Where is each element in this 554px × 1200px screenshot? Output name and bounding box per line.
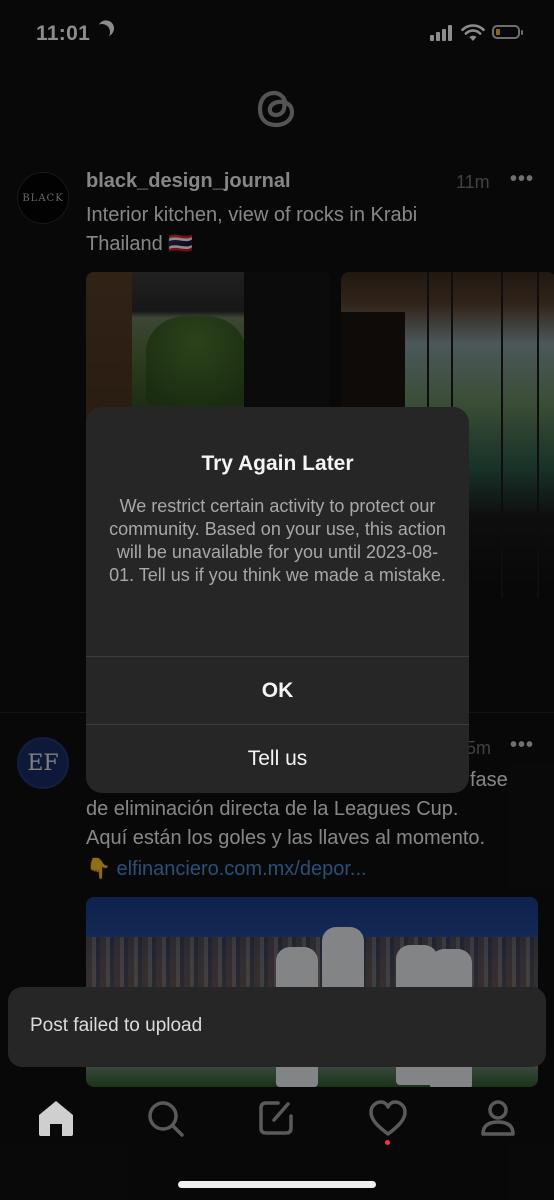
heart-icon[interactable] [366,1096,410,1140]
ok-button[interactable]: OK [86,657,469,724]
upload-failed-toast[interactable]: Post failed to upload [8,987,546,1067]
threads-screen: 11:01 BLACK black_design_journal 11m •••… [0,0,554,1200]
dialog-title: Try Again Later [201,452,354,475]
activity-notification-dot [385,1140,390,1145]
search-icon[interactable] [143,1096,187,1140]
home-icon[interactable] [34,1096,78,1140]
compose-icon[interactable] [254,1096,298,1140]
try-again-later-dialog: Try Again Later We restrict certain acti… [86,407,469,793]
toast-message: Post failed to upload [30,1015,203,1036]
profile-icon[interactable] [476,1096,520,1140]
tell-us-button[interactable]: Tell us [86,725,469,793]
home-indicator[interactable] [178,1181,376,1188]
dialog-message: We restrict certain activity to protect … [109,496,446,585]
